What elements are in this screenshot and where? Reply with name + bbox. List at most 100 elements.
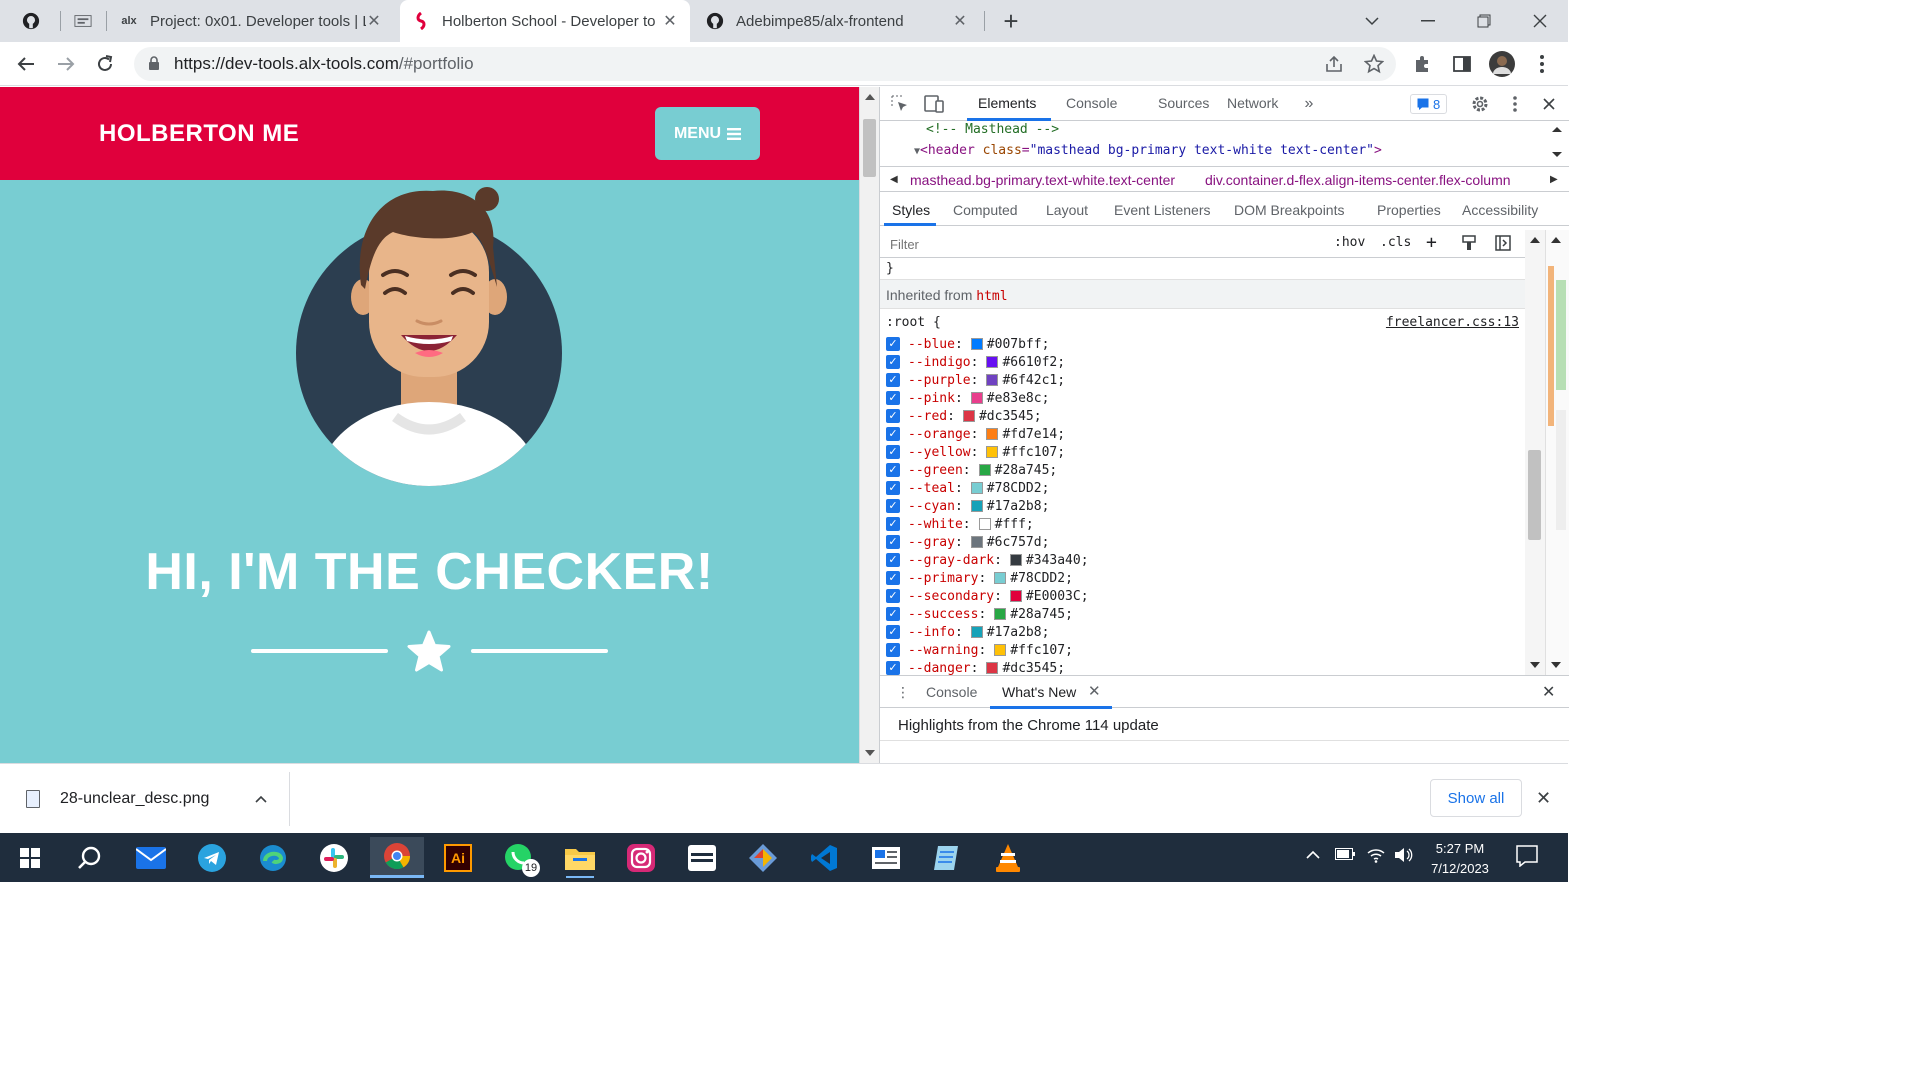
checkbox-icon[interactable]: ✓ [886,499,900,513]
css-variable-row[interactable]: ✓ --red: #dc3545; [886,407,1042,425]
color-swatch[interactable] [962,410,975,422]
property-value[interactable]: #343a40; [1026,553,1089,568]
property-name[interactable]: --gray-dark [908,553,994,568]
chevron-up-icon[interactable] [255,790,267,808]
telegram-icon[interactable] [188,837,236,878]
property-name[interactable]: --red [908,409,947,424]
css-variable-row[interactable]: ✓ --teal: #78CDD2; [886,479,1049,497]
paint-brush-icon[interactable] [1462,235,1476,255]
tab-console[interactable]: Console [1066,95,1117,111]
share-icon[interactable] [1318,48,1350,80]
checkbox-icon[interactable]: ✓ [886,643,900,657]
css-variable-row[interactable]: ✓ --info: #17a2b8; [886,623,1049,641]
site-brand[interactable]: HOLBERTON ME [99,120,299,148]
checkbox-icon[interactable]: ✓ [886,445,900,459]
tab-github-pinned[interactable] [10,0,58,42]
color-swatch[interactable] [986,428,999,440]
checkbox-icon[interactable]: ✓ [886,481,900,495]
tab-accessibility[interactable]: Accessibility [1462,202,1538,218]
property-value[interactable]: #6f42c1; [1002,373,1065,388]
notepad-icon[interactable] [923,837,971,878]
battery-icon[interactable] [1335,847,1355,863]
tab-dom-breakpoints[interactable]: DOM Breakpoints [1234,202,1344,218]
color-swatch[interactable] [970,500,983,512]
property-value[interactable]: #dc3545; [979,409,1042,424]
color-swatch[interactable] [1009,590,1022,602]
property-name[interactable]: --secondary [908,589,994,604]
property-name[interactable]: --blue [908,337,955,352]
property-name[interactable]: --pink [908,391,955,406]
terminal-icon[interactable] [678,837,726,878]
property-name[interactable]: --yellow [908,445,971,460]
tab-alx-project[interactable]: alx Project: 0x01. Developer tools | L ✕ [108,0,394,42]
property-name[interactable]: --success [908,607,978,622]
property-value[interactable]: #fff; [995,517,1034,532]
download-item[interactable]: 28-unclear_desc.png [0,772,290,826]
property-name[interactable]: --green [908,463,963,478]
back-arrow-icon[interactable] [10,48,42,80]
property-value[interactable]: #17a2b8; [987,499,1050,514]
property-value[interactable]: #007bff; [987,337,1050,352]
tab-sources[interactable]: Sources [1158,95,1209,111]
property-name[interactable]: --teal [908,481,955,496]
property-name[interactable]: --danger [908,661,971,676]
news-icon[interactable] [862,837,910,878]
property-value[interactable]: #6c757d; [987,535,1050,550]
extensions-icon[interactable] [1406,48,1438,80]
tab-properties[interactable]: Properties [1377,202,1441,218]
dom-comment[interactable]: <!-- Masthead --> [926,122,1059,137]
close-devtools-icon[interactable] [1538,93,1560,115]
css-variable-row[interactable]: ✓ --indigo: #6610f2; [886,353,1065,371]
profile-avatar[interactable] [1486,48,1518,80]
css-variable-row[interactable]: ✓ --secondary: #E0003C; [886,587,1089,605]
rule-source-link[interactable]: freelancer.css:13 [1386,315,1519,330]
bookmark-star-icon[interactable] [1358,48,1390,80]
property-name[interactable]: --info [908,625,955,640]
property-value[interactable]: #78CDD2; [987,481,1050,496]
css-variable-row[interactable]: ✓ --green: #28a745; [886,461,1057,479]
color-swatch[interactable] [970,338,983,350]
restore-button[interactable] [1456,0,1512,42]
tab-holberton-devtools[interactable]: Holberton School - Developer to ✕ [400,0,690,42]
color-swatch[interactable] [994,608,1007,620]
property-name[interactable]: --warning [908,643,978,658]
css-variable-row[interactable]: ✓ --gray-dark: #343a40; [886,551,1089,569]
slack-icon[interactable] [310,837,358,878]
hover-state-toggle[interactable]: :hov [1334,235,1365,250]
css-variable-row[interactable]: ✓ --yellow: #ffc107; [886,443,1065,461]
inherited-element[interactable]: html [976,289,1007,304]
css-variable-row[interactable]: ✓ --gray: #6c757d; [886,533,1049,551]
checkbox-icon[interactable]: ✓ [886,553,900,567]
color-swatch[interactable] [994,572,1007,584]
tab-layout[interactable]: Layout [1046,202,1088,218]
css-variable-row[interactable]: ✓ --success: #28a745; [886,605,1073,623]
property-value[interactable]: #28a745; [1010,607,1073,622]
property-name[interactable]: --cyan [908,499,955,514]
property-name[interactable]: --white [908,517,963,532]
color-swatch[interactable] [978,464,991,476]
side-panel-icon[interactable] [1446,48,1478,80]
property-value[interactable]: #28a745; [995,463,1058,478]
color-swatch[interactable] [986,374,999,386]
breadcrumb-item[interactable]: masthead.bg-primary.text-white.text-cent… [910,172,1175,188]
color-swatch[interactable] [970,626,983,638]
checkbox-icon[interactable]: ✓ [886,391,900,405]
property-value[interactable]: #fd7e14; [1002,427,1065,442]
css-variable-row[interactable]: ✓ --danger: #dc3545; [886,659,1065,675]
address-bar[interactable]: https://dev-tools.alx-tools.com/#portfol… [134,47,1396,81]
edge-icon[interactable] [249,837,297,878]
git-icon[interactable] [739,837,787,878]
issues-badge[interactable]: 8 [1410,94,1448,114]
tab-elements[interactable]: Elements [978,95,1036,111]
css-variable-row[interactable]: ✓ --warning: #ffc107; [886,641,1073,659]
chevron-up-icon[interactable] [1306,847,1320,863]
color-swatch[interactable] [1009,554,1022,566]
property-value[interactable]: #E0003C; [1026,589,1089,604]
page-scrollbar[interactable] [859,87,879,763]
show-all-button[interactable]: Show all [1430,779,1522,817]
tab-github-repo[interactable]: Adebimpe85/alx-frontend ✕ [694,0,980,42]
new-tab-button[interactable]: + [984,0,1038,42]
file-explorer-icon[interactable] [556,837,604,878]
class-toggle[interactable]: .cls [1380,235,1411,250]
tab-search-chevron-icon[interactable] [1344,0,1400,42]
